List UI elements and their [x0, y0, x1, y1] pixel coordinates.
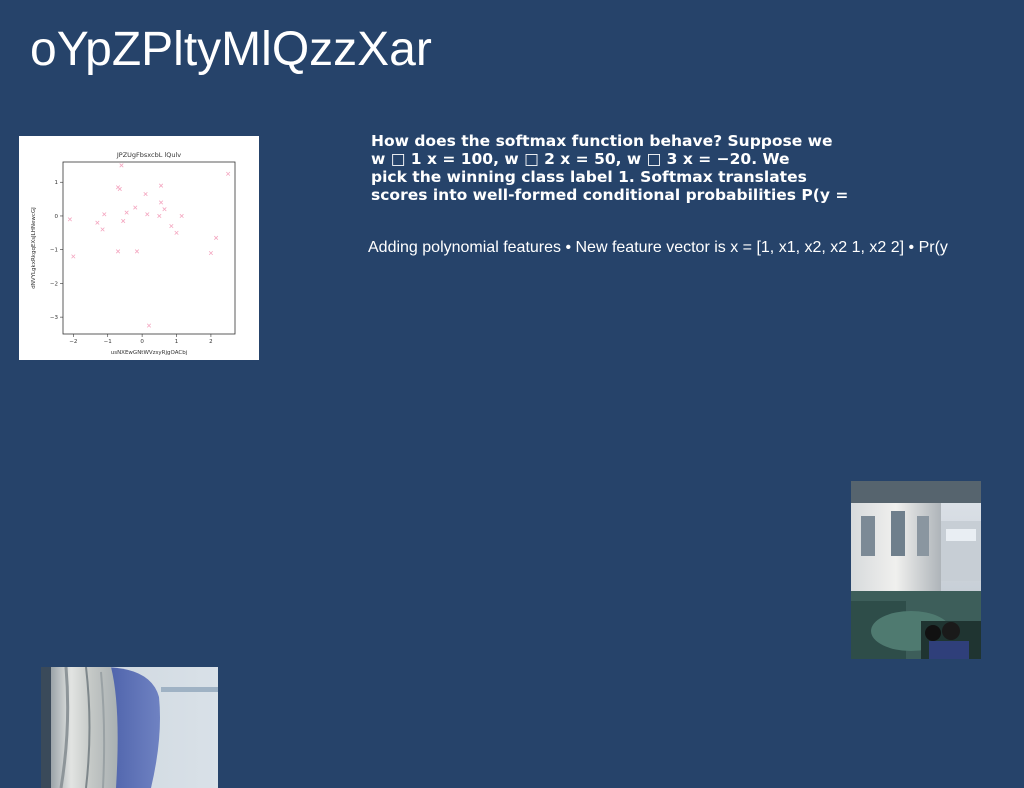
data-point — [162, 207, 167, 212]
data-point — [208, 250, 214, 256]
data-point — [146, 323, 152, 328]
data-point — [133, 205, 138, 210]
data-point — [169, 223, 174, 229]
draped-figure-photo — [41, 667, 218, 788]
y-tick-label: −2 — [50, 281, 58, 287]
plot-frame — [62, 161, 236, 335]
data-point — [213, 235, 219, 240]
data-point — [134, 249, 140, 254]
data-point — [67, 217, 72, 222]
chart-title: JPZUgFbsxcbL lQulv — [116, 151, 181, 159]
data-point — [95, 220, 100, 225]
x-tick-label: 2 — [209, 339, 213, 345]
data-point — [121, 218, 126, 224]
softmax-paragraph: How does the softmax function behave? Su… — [371, 132, 871, 204]
slide-title: oYpZPltyMlQzzXar — [30, 23, 432, 76]
y-tick-label: −3 — [50, 315, 59, 321]
x-tick-label: −2 — [69, 339, 77, 345]
x-tick-label: 1 — [175, 339, 179, 345]
data-point — [145, 212, 150, 217]
data-point — [119, 163, 124, 168]
data-point — [157, 213, 162, 219]
data-point — [100, 227, 105, 232]
data-point — [179, 213, 184, 219]
paragraph-line: w □ 1 x = 100, w □ 2 x = 50, w □ 3 x = −… — [371, 150, 790, 168]
polynomial-features-text: Adding polynomial features • New feature… — [368, 239, 948, 256]
data-point — [117, 186, 122, 192]
data-point — [71, 254, 76, 259]
x-tick-label: −1 — [104, 339, 112, 345]
data-point — [158, 183, 164, 188]
data-point — [226, 171, 231, 176]
data-point — [102, 212, 107, 217]
data-point — [174, 230, 179, 235]
data-point — [115, 249, 121, 254]
paragraph-line: scores into well-formed conditional prob… — [371, 186, 849, 204]
scatter-chart-image: JPZUgFbsxcbL lQulv usNXEwGNtWVzsyRjgOACbj… — [19, 136, 259, 360]
data-point — [124, 210, 129, 215]
x-tick-label: 0 — [140, 339, 144, 345]
data-point — [158, 200, 164, 205]
paragraph-line: pick the winning class label 1. Softmax … — [371, 168, 807, 186]
scatter-chart: JPZUgFbsxcbL lQulv usNXEwGNtWVzsyRjgOACbj… — [31, 151, 236, 356]
y-tick-label: −1 — [50, 248, 58, 254]
y-tick-label: 0 — [55, 214, 59, 220]
y-axis-label: dNVYLgkxRkgqEXsJLHNewcGJ — [31, 207, 37, 289]
data-point — [143, 191, 148, 197]
building-photo — [851, 481, 981, 659]
y-tick-label: 1 — [55, 180, 59, 186]
x-axis-label: usNXEwGNtWVzsyRjgOACbj — [111, 350, 188, 356]
paragraph-line: How does the softmax function behave? Su… — [371, 132, 833, 150]
